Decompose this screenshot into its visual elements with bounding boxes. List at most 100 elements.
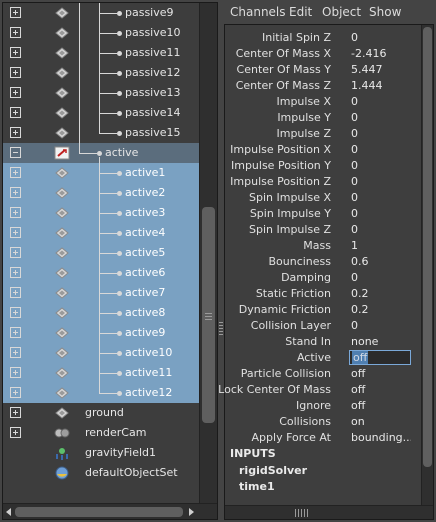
channel-label[interactable]: Collisions <box>279 415 331 428</box>
expand-plus-icon[interactable] <box>10 287 21 298</box>
channel-row-active[interactable]: Active off <box>225 350 421 366</box>
expand-plus-icon[interactable] <box>10 167 21 178</box>
expand-plus-icon[interactable] <box>10 127 21 138</box>
channel-row-impulse-position-y[interactable]: Impulse Position Y 0 <box>225 158 421 174</box>
channel-value[interactable]: bounding... <box>349 431 411 446</box>
channel-row-impulse-x[interactable]: Impulse X 0 <box>225 94 421 110</box>
expand-plus-icon[interactable] <box>10 7 21 18</box>
channel-value[interactable]: 0 <box>349 111 411 126</box>
expand-plus-icon[interactable] <box>10 107 21 118</box>
channel-value[interactable]: 0 <box>349 223 411 238</box>
outliner-row-passive15[interactable]: passive15 <box>3 123 199 143</box>
channel-value[interactable]: 0 <box>349 271 411 286</box>
channel-row-impulse-y[interactable]: Impulse Y 0 <box>225 110 421 126</box>
channel-value[interactable]: off <box>349 383 411 398</box>
outliner-row-passive12[interactable]: passive12 <box>3 63 199 83</box>
outliner-row-active6[interactable]: active6 <box>3 263 199 283</box>
channel-value[interactable]: 0 <box>349 191 411 206</box>
outliner-vertical-scrollbar[interactable] <box>199 3 217 503</box>
channel-label[interactable]: Collision Layer <box>251 319 331 332</box>
channel-label[interactable]: Ignore <box>296 399 331 412</box>
channel-row-ignore[interactable]: Ignore off <box>225 398 421 414</box>
channel-row-static-friction[interactable]: Static Friction 0.2 <box>225 286 421 302</box>
channel-label[interactable]: Particle Collision <box>241 367 331 380</box>
outliner-row-active5[interactable]: active5 <box>3 243 199 263</box>
channel-row-collision-layer[interactable]: Collision Layer 0 <box>225 318 421 334</box>
menu-object[interactable]: Object <box>322 5 361 19</box>
channel-row-dynamic-friction[interactable]: Dynamic Friction 0.2 <box>225 302 421 318</box>
channel-label[interactable]: Dynamic Friction <box>239 303 331 316</box>
expand-plus-icon[interactable] <box>10 67 21 78</box>
outliner-row-passive14[interactable]: passive14 <box>3 103 199 123</box>
expand-plus-icon[interactable] <box>10 187 21 198</box>
outliner-horizontal-scroll-thumb[interactable] <box>15 507 183 517</box>
outliner-row-active10[interactable]: active10 <box>3 343 199 363</box>
expand-plus-icon[interactable] <box>10 407 21 418</box>
outliner-row-passive13[interactable]: passive13 <box>3 83 199 103</box>
channel-label[interactable]: Center Of Mass Z <box>236 79 331 92</box>
channel-label[interactable]: Spin Impulse Z <box>249 223 331 236</box>
channel-value[interactable]: 0 <box>349 95 411 110</box>
channel-box-vertical-scrollbar[interactable] <box>421 25 433 505</box>
outliner-row-active11[interactable]: active11 <box>3 363 199 383</box>
channel-row-damping[interactable]: Damping 0 <box>225 270 421 286</box>
scroll-right-arrow-icon[interactable] <box>189 508 194 516</box>
channel-label[interactable]: Damping <box>281 271 331 284</box>
channel-label[interactable]: Impulse X <box>276 95 331 108</box>
expand-plus-icon[interactable] <box>10 327 21 338</box>
outliner-row-active4[interactable]: active4 <box>3 223 199 243</box>
channel-row-impulse-position-x[interactable]: Impulse Position X 0 <box>225 142 421 158</box>
channel-label[interactable]: Impulse Y <box>277 111 331 124</box>
channel-row-collisions[interactable]: Collisions on <box>225 414 421 430</box>
expand-plus-icon[interactable] <box>10 227 21 238</box>
outliner-row-ground[interactable]: ground <box>3 403 199 423</box>
channel-label[interactable]: Center Of Mass Y <box>237 63 331 76</box>
channel-row-impulse-position-z[interactable]: Impulse Position Z 0 <box>225 174 421 190</box>
channel-value[interactable]: 0 <box>349 31 411 46</box>
channel-value[interactable]: none <box>349 335 411 350</box>
outliner-row-active9[interactable]: active9 <box>3 323 199 343</box>
channel-value[interactable]: 0 <box>349 159 411 174</box>
channel-value[interactable]: 0.2 <box>349 303 411 318</box>
outliner-row-active1[interactable]: active1 <box>3 163 199 183</box>
input-item-rigidsolver[interactable]: rigidSolver <box>239 464 307 477</box>
collapse-minus-icon[interactable] <box>10 147 21 158</box>
channel-label[interactable]: Lock Center Of Mass <box>218 383 331 396</box>
channel-value-input[interactable]: off <box>349 350 411 365</box>
outliner-row-passive9[interactable]: passive9 <box>3 3 199 23</box>
channel-row-spin-impulse-z[interactable]: Spin Impulse Z 0 <box>225 222 421 238</box>
channel-value[interactable]: 0.2 <box>349 287 411 302</box>
channel-label[interactable]: Impulse Position Y <box>231 159 331 172</box>
channel-row-apply-force-at[interactable]: Apply Force At bounding... <box>225 430 421 446</box>
expand-plus-icon[interactable] <box>10 247 21 258</box>
channel-row-bounciness[interactable]: Bounciness 0.6 <box>225 254 421 270</box>
channel-value[interactable]: 0 <box>349 207 411 222</box>
channel-value[interactable]: 0 <box>349 143 411 158</box>
outliner-row-active[interactable]: active <box>3 143 199 163</box>
channel-label[interactable]: Mass <box>303 239 331 252</box>
channel-label[interactable]: Apply Force At <box>252 431 331 444</box>
channel-value[interactable]: 0.6 <box>349 255 411 270</box>
channel-row-initial-spin-z[interactable]: Initial Spin Z 0 <box>225 30 421 46</box>
expand-plus-icon[interactable] <box>10 267 21 278</box>
channel-label[interactable]: Impulse Position X <box>230 143 331 156</box>
expand-plus-icon[interactable] <box>10 47 21 58</box>
outliner-row-rendercam[interactable]: renderCam <box>3 423 199 443</box>
channel-value[interactable]: off <box>349 399 411 414</box>
channel-value[interactable]: -2.416 <box>349 47 411 62</box>
input-item-time1[interactable]: time1 <box>239 480 275 493</box>
channel-label[interactable]: Static Friction <box>256 287 331 300</box>
channel-label[interactable]: Spin Impulse Y <box>250 207 331 220</box>
expand-plus-icon[interactable] <box>10 427 21 438</box>
outliner-row-passive11[interactable]: passive11 <box>3 43 199 63</box>
outliner-row-active2[interactable]: active2 <box>3 183 199 203</box>
channel-label[interactable]: Stand In <box>285 335 331 348</box>
channel-value[interactable]: 5.447 <box>349 63 411 78</box>
channel-box-horizontal-scrollbar[interactable] <box>225 505 433 519</box>
channel-row-lock-center-of-mass[interactable]: Lock Center Of Mass off <box>218 382 421 398</box>
scroll-left-arrow-icon[interactable] <box>6 508 11 516</box>
channel-label[interactable]: Active <box>297 351 331 364</box>
outliner-row-active12[interactable]: active12 <box>3 383 199 403</box>
channel-value[interactable]: off <box>349 367 411 382</box>
channel-row-center-of-mass-z[interactable]: Center Of Mass Z 1.444 <box>225 78 421 94</box>
